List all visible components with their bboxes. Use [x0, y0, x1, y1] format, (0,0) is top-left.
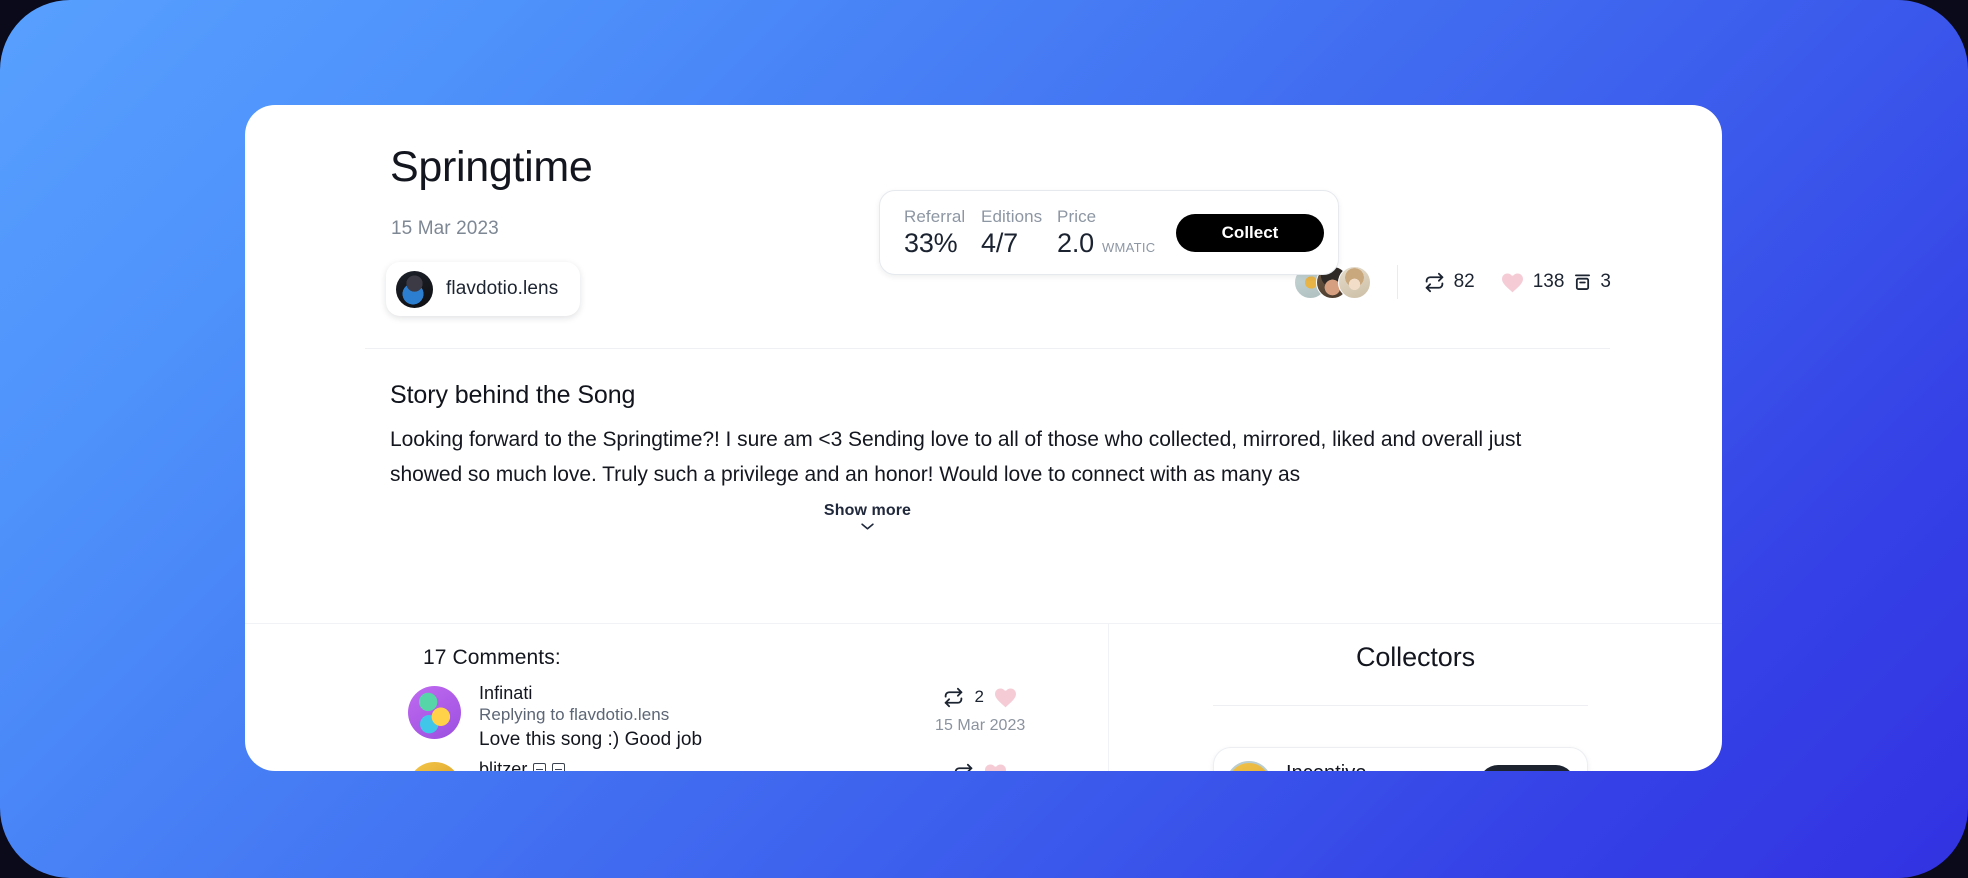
comment-author: Infinati — [479, 683, 533, 703]
avatar — [408, 686, 461, 739]
list-item[interactable]: Incentive incentive.lens Follow — [1213, 747, 1588, 771]
mirror-icon — [1424, 272, 1445, 293]
comment-text: Love this song :) Good job — [479, 729, 703, 750]
price-value: 2.0 — [1057, 227, 1094, 258]
collector-name: Incentive — [1286, 762, 1465, 771]
avatar — [408, 762, 461, 771]
collect-module: Referral 33% Editions 4/7 Price 2.0 WMAT… — [879, 190, 1339, 275]
editions-value: 4/7 — [981, 227, 1018, 258]
show-more-button[interactable]: Show more — [245, 502, 1490, 531]
avatar — [1226, 761, 1272, 771]
header-divider — [365, 348, 1610, 349]
referral-label: Referral — [904, 207, 966, 227]
chevron-down-icon — [860, 522, 875, 531]
collectors-section: Collectors Incentive incentive.lens Foll… — [1109, 624, 1722, 771]
comment-reply-target: Replying to flavdotio.lens — [479, 705, 670, 724]
badge-icon — [552, 763, 566, 771]
collect-count: 3 — [1600, 271, 1611, 292]
avatar — [396, 270, 433, 308]
like-count: 138 — [1532, 271, 1565, 292]
collect-icon — [1574, 272, 1591, 292]
story-body: Looking forward to the Springtime?! I su… — [390, 428, 1522, 486]
collectors-divider — [1213, 705, 1588, 706]
editions-label: Editions — [981, 207, 1043, 227]
collectors-title: Collectors — [1355, 642, 1476, 672]
mirror-icon[interactable] — [943, 687, 964, 708]
comments-section: 17 Comments: Infinati Replying to flavdo… — [245, 624, 1108, 771]
comment-mirror-count: 2 — [974, 687, 984, 706]
story-section: Story behind the Song Looking forward to… — [390, 381, 1565, 492]
referral-stat: Referral 33% — [904, 206, 981, 258]
like-stat[interactable]: 138 — [1501, 271, 1565, 293]
comment-date: 15 Mar 2023 — [935, 717, 1026, 734]
collect-stat[interactable]: 3 — [1574, 271, 1611, 293]
page-background: Springtime 15 Mar 2023 flavdotio.lens 82… — [0, 0, 1968, 878]
mirror-count: 82 — [1453, 271, 1475, 292]
comments-count: 17 Comments: — [423, 646, 561, 669]
collect-button[interactable]: Collect — [1176, 213, 1324, 252]
editions-stat: Editions 4/7 — [981, 206, 1057, 258]
story-heading: Story behind the Song — [390, 381, 636, 409]
heart-icon[interactable] — [994, 687, 1017, 708]
price-stat: Price 2.0 WMATIC — [1057, 206, 1155, 258]
price-currency: WMATIC — [1101, 239, 1156, 255]
badge-icon — [533, 763, 547, 771]
follow-button[interactable]: Follow — [1479, 765, 1575, 771]
comment-author: blitzer — [479, 759, 528, 771]
price-label: Price — [1057, 207, 1097, 227]
heart-icon — [1501, 272, 1524, 293]
author-name: flavdotio.lens — [446, 278, 559, 299]
post-date: 15 Mar 2023 — [391, 218, 499, 239]
mirror-icon[interactable] — [953, 763, 974, 771]
mirror-stat[interactable]: 82 — [1424, 271, 1475, 293]
referral-value: 33% — [904, 227, 958, 258]
heart-icon[interactable] — [984, 763, 1007, 771]
show-more-label: Show more — [823, 502, 912, 519]
author-chip[interactable]: flavdotio.lens — [386, 262, 581, 316]
comment-meta: 2 15 Mar 2023 — [935, 686, 1025, 735]
page-title: Springtime — [390, 143, 593, 191]
avatar — [1337, 265, 1371, 299]
engagement-stats: 82 138 3 — [1293, 265, 1611, 299]
publication-card: Springtime 15 Mar 2023 flavdotio.lens 82… — [245, 105, 1722, 771]
comment-meta: 16 Mar 2023 — [935, 762, 1025, 771]
publication-header: Springtime 15 Mar 2023 flavdotio.lens 82… — [245, 105, 1722, 348]
